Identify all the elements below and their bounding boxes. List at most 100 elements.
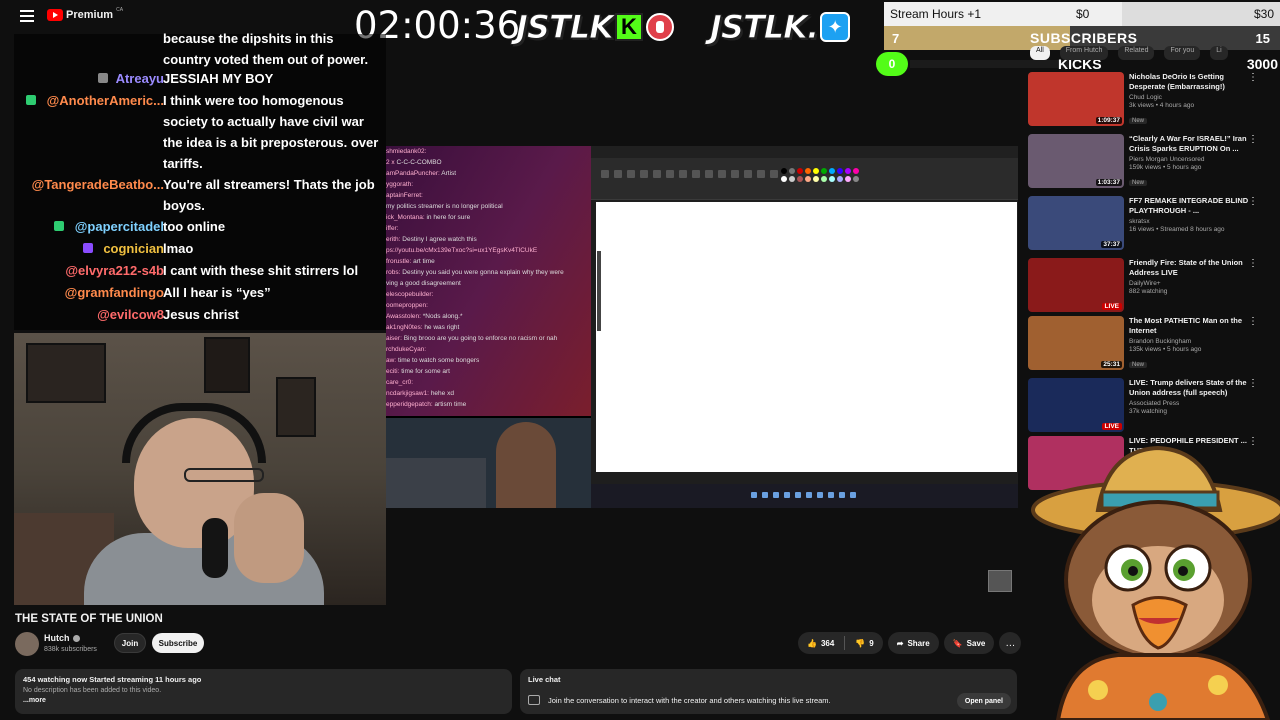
more-actions-icon[interactable]: … (999, 632, 1022, 654)
filter-chip[interactable]: All (1030, 46, 1050, 60)
paint-tool-icon (757, 170, 765, 178)
chat-text: You're all streamers! Thats the job boyo… (163, 177, 375, 213)
embedded-chat-line: shmiedank02: (386, 146, 591, 157)
chat-username[interactable]: @gramfandingo (65, 282, 164, 303)
paint-menu (591, 158, 1018, 168)
more-options-icon[interactable]: ⋮ (1248, 316, 1258, 327)
paint-color-swatch (837, 176, 843, 182)
video-thumbnail[interactable]: 1:03:37 (1028, 134, 1124, 188)
bird-mascot-overlay (1031, 445, 1280, 720)
video-title[interactable]: Nicholas DeOrio Is Getting Desperate (Em… (1129, 72, 1261, 92)
embedded-chat-user: eciti: (386, 368, 400, 375)
more-options-icon[interactable]: ⋮ (1248, 378, 1258, 389)
like-icon[interactable]: 👍 (807, 639, 817, 648)
video-thumbnail[interactable]: 37:37 (1028, 196, 1124, 250)
dislike-icon[interactable]: 👎 (855, 639, 865, 648)
goal-target: $30 (1253, 7, 1274, 21)
description-box[interactable]: 454 watching now Started streaming 11 ho… (15, 669, 512, 714)
chat-username[interactable]: @AnotherAmeric... (47, 90, 164, 111)
video-stats: 135k views • 5 hours ago (1129, 346, 1202, 353)
chat-username[interactable]: @papercitadel (75, 216, 164, 237)
share-button[interactable]: ➦ Share (887, 632, 939, 654)
brand-logo-twitter: JSTLK. ✦ (709, 8, 851, 47)
related-video-item[interactable]: LIVE LIVE: Trump delivers State of the Un… (1028, 378, 1280, 436)
goal-label: SUBSCRIBERS (1030, 30, 1138, 46)
video-thumbnail[interactable]: LIVE (1028, 378, 1124, 432)
embedded-chat-user: oomeproppen: (386, 302, 428, 309)
more-options-icon[interactable]: ⋮ (1248, 134, 1258, 145)
chat-username[interactable]: @evilcow8 (97, 304, 164, 325)
show-more-link[interactable]: ...more (23, 697, 504, 704)
channel-name[interactable]: Piers Morgan Uncensored (1129, 156, 1261, 163)
video-title[interactable]: FF7 REMAKE INTEGRADE BLIND PLAYTHROUGH -… (1129, 196, 1261, 216)
join-button[interactable]: Join (114, 633, 146, 653)
chat-username[interactable]: cognician (103, 238, 164, 259)
channel-avatar[interactable] (15, 632, 39, 656)
embedded-chat-line: Awasstolen: *Nods along.* (386, 311, 591, 322)
paint-tool-icon (601, 170, 609, 178)
related-video-item[interactable]: 1:03:37 “Clearly A War For ISRAEL!” Iran … (1028, 134, 1280, 192)
embedded-chat-line: ps://youtu.be/cMx139eTxoc?si=ux1YEgsKv4T… (386, 245, 591, 256)
channel-name-text[interactable]: Hutch (44, 633, 70, 643)
duration-badge: 1:09:37 (1095, 117, 1122, 124)
more-options-icon[interactable]: ⋮ (1248, 258, 1258, 269)
chat-username[interactable]: @elvyra212-s4b (65, 260, 164, 281)
embedded-chat-text: my politics streamer is no longer politi… (386, 203, 503, 210)
channel-name[interactable]: Chud Logic (1129, 94, 1261, 101)
video-stats: 3k views • 4 hours ago (1129, 102, 1195, 109)
channel-name[interactable]: DailyWire+ (1129, 280, 1261, 287)
chat-badge-icon (54, 221, 65, 231)
new-badge: New (1129, 362, 1148, 368)
related-video-item[interactable]: 37:37 FF7 REMAKE INTEGRADE BLIND PLAYTHRO… (1028, 196, 1280, 254)
subscribe-button[interactable]: Subscribe (152, 633, 204, 653)
embedded-chat-text: in here for sure (426, 214, 471, 221)
menu-icon[interactable] (20, 10, 34, 22)
channel-name[interactable]: Brandon Buckingham (1129, 338, 1261, 345)
filter-chip[interactable]: Related (1118, 46, 1155, 60)
channel-name[interactable]: skratsx (1129, 218, 1261, 225)
embedded-chat-line: erith: Destiny I agree watch this (386, 234, 591, 245)
related-video-item[interactable]: LIVE Friendly Fire: State of the Union Ad… (1028, 258, 1280, 316)
taskbar-app-icon (762, 492, 768, 498)
video-title[interactable]: The Most PATHETIC Man on the Internet (1129, 316, 1261, 336)
paint-status (591, 476, 1018, 484)
miniplayer-thumbnail-icon[interactable] (988, 570, 1012, 592)
video-title[interactable]: LIVE: Trump delivers State of the Union … (1129, 378, 1261, 398)
main-video[interactable]: shmiedank02: 2 x C-C-C-COMBO amPandaPunch… (386, 146, 1018, 508)
chat-username[interactable]: Atreayu (116, 68, 164, 89)
filter-chip[interactable]: Li (1210, 46, 1228, 60)
more-options-icon[interactable]: ⋮ (1248, 196, 1258, 207)
chat-username[interactable]: @TangeradeBeatbo... (32, 174, 164, 195)
embedded-chat-line: elescopebuilder: (386, 289, 591, 300)
embedded-chat-line: rchdukeCyan: (386, 344, 591, 355)
streamer-hand (234, 493, 304, 583)
related-video-item[interactable]: 1:09:37 Nicholas DeOrio Is Getting Desper… (1028, 72, 1280, 130)
dislike-count[interactable]: 9 (869, 639, 873, 648)
chat-text: JESSIAH MY BOY (163, 71, 274, 86)
goal-label: Stream Hours +1 (890, 7, 982, 21)
like-count[interactable]: 364 (821, 639, 834, 648)
video-meta: The Most PATHETIC Man on the Internet Bra… (1129, 316, 1261, 371)
related-video-item[interactable]: 25:31 The Most PATHETIC Man on the Intern… (1028, 316, 1280, 374)
paint-window (591, 146, 1018, 508)
paint-tool-icon (705, 170, 713, 178)
video-thumbnail[interactable]: LIVE (1028, 258, 1124, 312)
video-thumbnail[interactable]: 25:31 (1028, 316, 1124, 370)
save-button[interactable]: 🔖 Save (943, 632, 995, 654)
video-title[interactable]: Friendly Fire: State of the Union Addres… (1129, 258, 1261, 278)
filter-chip[interactable]: For you (1164, 46, 1201, 60)
more-options-icon[interactable]: ⋮ (1248, 72, 1258, 83)
channel-name[interactable]: Hutch (44, 633, 80, 643)
video-title[interactable]: “Clearly A War For ISRAEL!” Iran Crisis … (1129, 134, 1261, 154)
channel-name[interactable]: Associated Press (1129, 400, 1261, 407)
embedded-chat-line: iffer: (386, 223, 591, 234)
chat-message: @AnotherAmeric... I think were too homoge… (14, 90, 386, 174)
taskbar-app-icon (817, 492, 823, 498)
open-panel-button[interactable]: Open panel (956, 693, 1011, 709)
youtube-logo[interactable]: Premium CA (47, 7, 123, 21)
video-meta: LIVE: Trump delivers State of the Union … (1129, 378, 1261, 415)
filter-chip[interactable]: From Hutch (1059, 46, 1109, 60)
window-divider (597, 251, 601, 331)
video-thumbnail[interactable]: 1:09:37 (1028, 72, 1124, 126)
paint-tools (601, 170, 778, 178)
